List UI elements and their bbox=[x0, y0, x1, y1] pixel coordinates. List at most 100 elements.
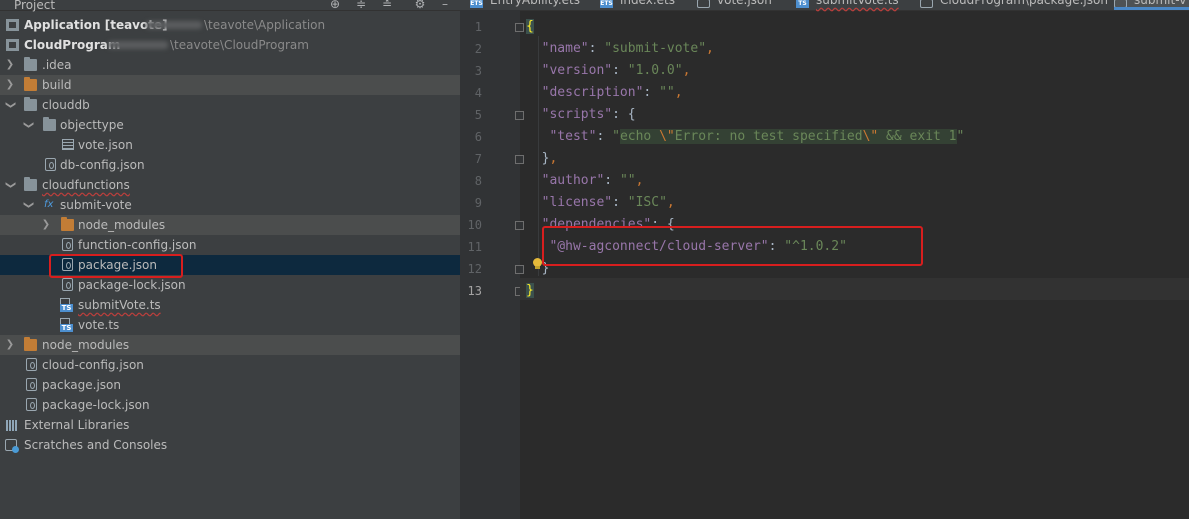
tree-item-submitvote-ts[interactable]: TS submitVote.ts bbox=[0, 295, 460, 315]
code-line-4[interactable]: "description": "", bbox=[526, 82, 683, 104]
tree-item-external-libraries[interactable]: External Libraries bbox=[0, 415, 460, 435]
chevron-right-icon[interactable]: ❯ bbox=[4, 335, 16, 355]
tree-item-idea[interactable]: ❯ .idea bbox=[0, 55, 460, 75]
project-tool-window: Project ⊕ ≑ ≛ ⚙ – Application [teavote] … bbox=[0, 0, 460, 519]
json-key: "author" bbox=[541, 173, 605, 188]
tree-item-submit-vote[interactable]: ❯ fx submit-vote bbox=[0, 195, 460, 215]
code-token: } bbox=[526, 283, 534, 298]
chevron-down-icon[interactable]: ❯ bbox=[0, 99, 20, 111]
tree-item-label: function-config.json bbox=[78, 238, 197, 252]
code-line-7[interactable]: }, bbox=[526, 148, 558, 170]
json-string: " bbox=[612, 129, 620, 144]
line-number: 3 bbox=[474, 64, 482, 78]
json-file-icon bbox=[697, 0, 710, 8]
tab-index[interactable]: ETS index.ets bbox=[600, 0, 690, 10]
tree-item-label: vote.ts bbox=[78, 318, 120, 332]
tree-item-cloudprogram[interactable]: CloudProgram \teavote\CloudProgram bbox=[0, 35, 460, 55]
tree-item-package-lock-root[interactable]: package-lock.json bbox=[0, 395, 460, 415]
code-line-3[interactable]: "version": "1.0.0", bbox=[526, 60, 691, 82]
line-number: 4 bbox=[474, 86, 482, 100]
tree-item-package-lock-inner[interactable]: package-lock.json bbox=[0, 275, 460, 295]
json-string: "ISC" bbox=[627, 195, 667, 210]
line-number: 6 bbox=[474, 130, 482, 144]
tree-item-db-config[interactable]: db-config.json bbox=[0, 155, 460, 175]
gear-icon[interactable]: ⚙ bbox=[413, 0, 427, 11]
code-line-8[interactable]: "author": "", bbox=[526, 170, 644, 192]
tree-item-label: Scratches and Consoles bbox=[24, 438, 168, 452]
fold-marker-icon[interactable] bbox=[515, 155, 524, 164]
line-number-gutter: 1 2 3 4 5 6 7 8 9 10 11 12 13 bbox=[460, 10, 524, 519]
json-string: " bbox=[956, 129, 965, 144]
redacted-path bbox=[108, 41, 168, 49]
json-string: "" bbox=[659, 85, 675, 100]
collapse-all-icon[interactable]: ≑ bbox=[354, 0, 368, 11]
tree-item-path: \teavote\Application bbox=[204, 18, 326, 32]
minimize-icon[interactable]: – bbox=[438, 0, 452, 11]
tab-submit-vote-package-json[interactable]: submit-v bbox=[1114, 0, 1189, 10]
code-token: : bbox=[604, 173, 620, 188]
chevron-down-icon[interactable]: ❯ bbox=[18, 199, 38, 211]
fold-marker-icon[interactable] bbox=[515, 23, 524, 32]
tree-item-application[interactable]: Application [teavote] \teavote\Applicati… bbox=[0, 15, 460, 35]
code-line-1[interactable]: { bbox=[526, 16, 534, 38]
tree-item-scratches[interactable]: Scratches and Consoles bbox=[0, 435, 460, 455]
tab-vote-json[interactable]: vote.json bbox=[697, 0, 787, 10]
line-number: 1 bbox=[474, 20, 482, 34]
typescript-file-icon: TS bbox=[60, 318, 73, 332]
code-token: : bbox=[612, 107, 628, 122]
json-key: "description" bbox=[541, 85, 644, 100]
tree-item-label: submitVote.ts bbox=[78, 298, 161, 312]
tree-item-cloudfunctions[interactable]: ❯ cloudfunctions bbox=[0, 175, 460, 195]
tree-item-label: build bbox=[42, 78, 72, 92]
code-token: , bbox=[674, 85, 683, 100]
tree-item-label: objecttype bbox=[60, 118, 124, 132]
project-panel-header: Project ⊕ ≑ ≛ ⚙ – bbox=[0, 0, 460, 12]
code-line-5[interactable]: "scripts": { bbox=[526, 104, 636, 126]
tree-item-cloud-config[interactable]: cloud-config.json bbox=[0, 355, 460, 375]
chevron-right-icon[interactable]: ❯ bbox=[4, 75, 16, 95]
tree-item-vote-ts[interactable]: TS vote.ts bbox=[0, 315, 460, 335]
code-line-6[interactable]: "test": "echo \"Error: no test specified… bbox=[526, 126, 964, 148]
locate-file-icon[interactable]: ⊕ bbox=[328, 0, 342, 11]
escape-sequence: \" bbox=[659, 129, 675, 144]
typescript-file-icon: TS bbox=[60, 298, 73, 312]
tab-submitvote-ts[interactable]: TS submitVote.ts bbox=[796, 0, 906, 10]
tab-label: submitVote.ts bbox=[816, 0, 899, 7]
tree-item-objecttype[interactable]: ❯ objecttype bbox=[0, 115, 460, 135]
tab-entryability[interactable]: ETS EntryAbility.ets bbox=[470, 0, 590, 10]
highlight-annotation-code bbox=[542, 226, 923, 266]
fold-marker-icon[interactable] bbox=[515, 111, 524, 120]
code-token: { bbox=[627, 107, 636, 122]
table-file-icon bbox=[62, 139, 74, 150]
json-file-icon bbox=[920, 0, 933, 8]
tree-item-package-json-root[interactable]: package.json bbox=[0, 375, 460, 395]
tree-item-node-modules-inner[interactable]: ❯ node_modules bbox=[0, 215, 460, 235]
json-string: "" bbox=[619, 173, 636, 188]
expand-all-icon[interactable]: ≛ bbox=[380, 0, 394, 11]
module-icon bbox=[6, 39, 19, 51]
tab-label: vote.json bbox=[717, 0, 772, 7]
project-panel-title[interactable]: Project bbox=[14, 0, 55, 12]
tree-item-clouddb[interactable]: ❯ clouddb bbox=[0, 95, 460, 115]
tab-cloudprogram-package-json[interactable]: CloudProgram\package.json bbox=[920, 0, 1110, 10]
tree-item-build[interactable]: ❯ build bbox=[0, 75, 460, 95]
json-file-icon bbox=[62, 238, 73, 251]
tree-item-function-config[interactable]: function-config.json bbox=[0, 235, 460, 255]
lightbulb-icon[interactable] bbox=[532, 258, 542, 270]
tree-item-vote-json[interactable]: vote.json bbox=[0, 135, 460, 155]
fold-marker-icon[interactable] bbox=[515, 221, 524, 230]
chevron-down-icon[interactable]: ❯ bbox=[0, 179, 20, 191]
fold-marker-icon[interactable] bbox=[515, 265, 524, 274]
chevron-right-icon[interactable]: ❯ bbox=[40, 215, 52, 235]
tree-item-label: vote.json bbox=[78, 138, 133, 152]
chevron-down-icon[interactable]: ❯ bbox=[18, 119, 38, 131]
json-string: && exit 1 bbox=[878, 129, 957, 144]
code-line-9[interactable]: "license": "ISC", bbox=[526, 192, 675, 214]
line-number: 10 bbox=[467, 218, 482, 232]
code-line-13[interactable]: } bbox=[526, 280, 534, 302]
chevron-right-icon[interactable]: ❯ bbox=[4, 55, 16, 75]
tree-item-label: package-lock.json bbox=[78, 278, 186, 292]
tree-item-node-modules-outer[interactable]: ❯ node_modules bbox=[0, 335, 460, 355]
code-line-2[interactable]: "name": "submit-vote", bbox=[526, 38, 714, 60]
code-token: : bbox=[612, 63, 628, 78]
